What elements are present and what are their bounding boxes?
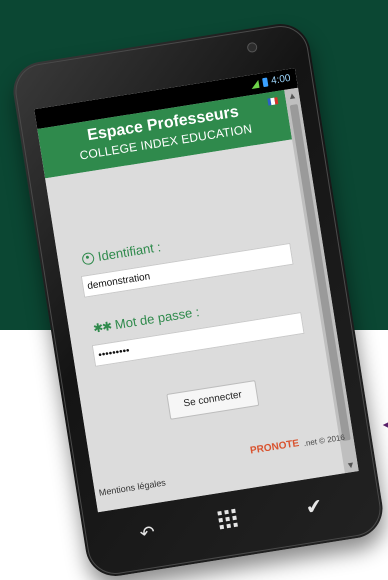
chevron-down-icon[interactable]: ▼ <box>343 457 359 473</box>
key-icon: ✱✱ <box>92 318 113 336</box>
battery-icon <box>261 77 268 88</box>
chevron-up-icon[interactable]: ▲ <box>284 88 300 104</box>
connect-button[interactable]: Se connecter <box>166 380 260 420</box>
back-arrow-icon[interactable]: ↶ <box>138 522 156 545</box>
status-time: 4:00 <box>270 72 292 87</box>
status-icons: 4:00 <box>249 72 292 90</box>
identifiant-label: Identifiant : <box>96 239 162 265</box>
decorative-mark: ◄ <box>380 416 388 432</box>
signal-icon <box>249 79 260 89</box>
password-label: Mot de passe : <box>113 304 201 333</box>
identifiant-label-row: Identifiant : <box>81 239 162 266</box>
grid-icon[interactable] <box>217 508 238 530</box>
check-icon[interactable]: ✔ <box>304 493 324 520</box>
user-circle-icon <box>81 251 95 266</box>
